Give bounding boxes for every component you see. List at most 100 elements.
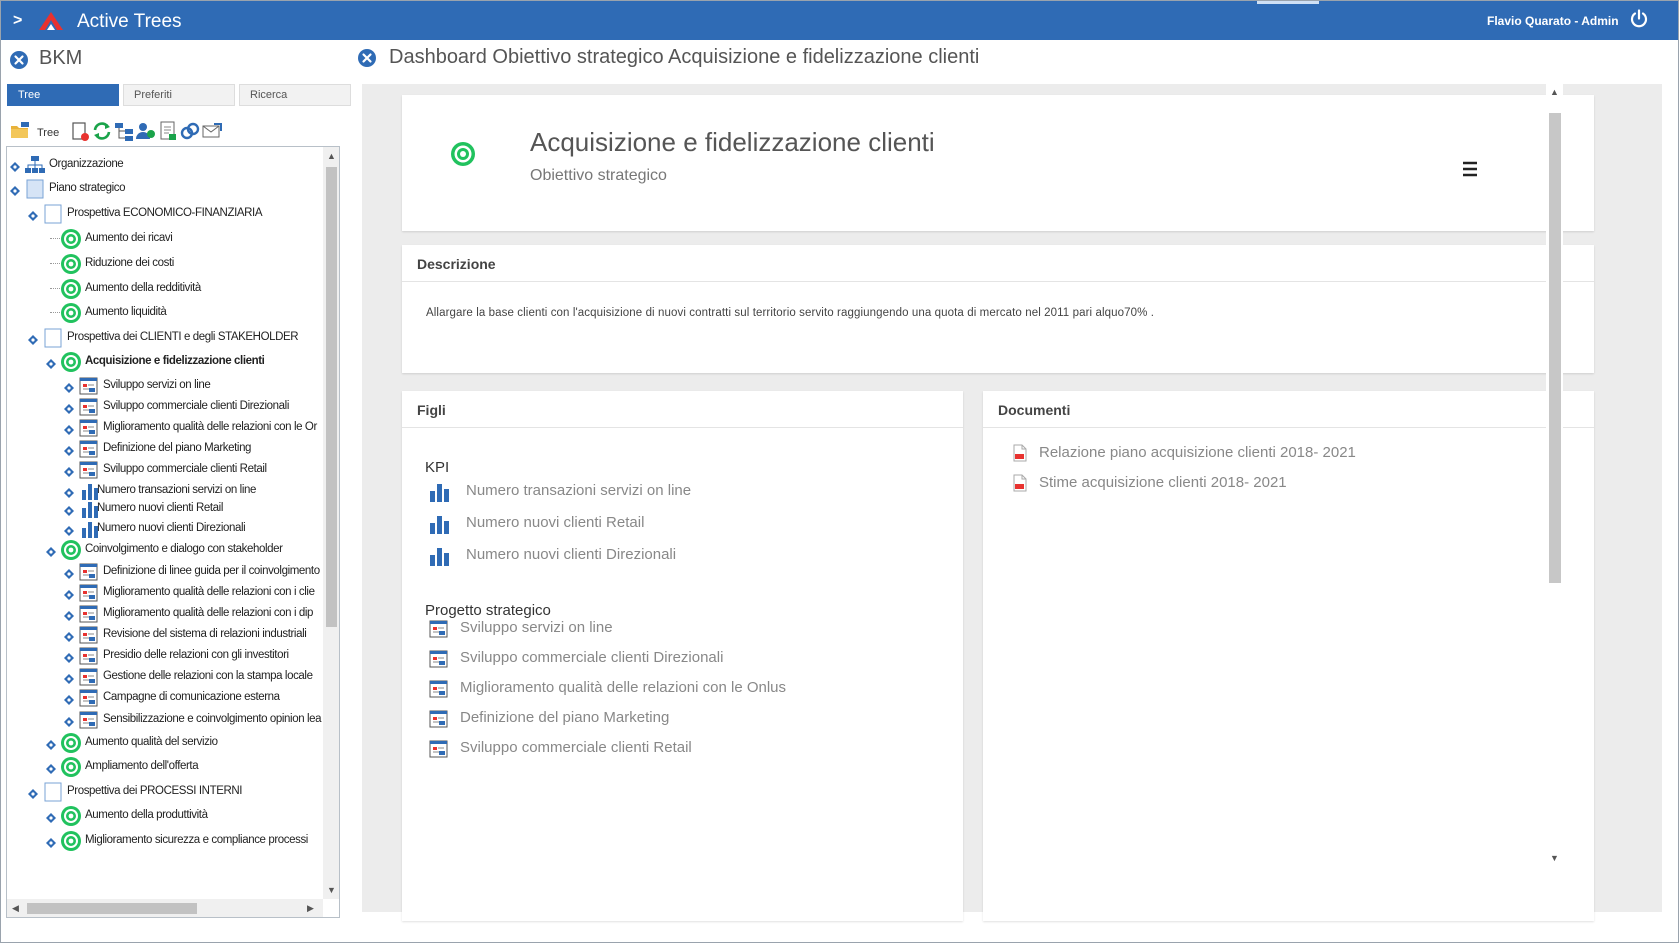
expand-toggle-icon[interactable] xyxy=(64,422,74,435)
tree-node-label: Prospettiva dei PROCESSI INTERNI xyxy=(67,785,243,797)
documento-item-relazione-piano-acquisizione-clienti-2018-2021[interactable]: Relazione piano acquisizione clienti 201… xyxy=(1011,441,1531,467)
close-dashboard-icon[interactable] xyxy=(357,48,377,68)
tree-node-aumento-qualita-del-servizio[interactable]: Aumento qualità del servizio xyxy=(7,731,317,753)
expand-toggle-icon[interactable] xyxy=(64,503,74,516)
tree-node-sensibilizzazione-e-coinvolgimento-opinion-lea[interactable]: Sensibilizzazione e coinvolgimento opini… xyxy=(7,708,322,730)
expand-toggle-icon[interactable] xyxy=(64,650,74,663)
expand-toggle-icon[interactable] xyxy=(64,692,74,705)
tree-node-sviluppo-servizi-on-line[interactable]: Sviluppo servizi on line xyxy=(7,374,317,396)
expand-toggle-icon[interactable] xyxy=(64,523,74,536)
power-icon[interactable] xyxy=(1629,9,1649,34)
kpi-item-numero-transazioni-servizi-on-line[interactable]: Numero transazioni servizi on line xyxy=(428,479,828,505)
tree-node-numero-nuovi-clienti-direzionali[interactable]: Numero nuovi clienti Direzionali xyxy=(7,517,317,539)
expand-toggle-icon[interactable] xyxy=(46,544,56,557)
tree-hscroll-thumb[interactable] xyxy=(27,903,197,914)
expand-toggle-icon[interactable] xyxy=(64,587,74,600)
expand-toggle-icon[interactable] xyxy=(28,786,38,799)
expand-toggle-icon[interactable] xyxy=(28,332,38,345)
expand-toggle-icon[interactable] xyxy=(28,208,38,221)
expand-toggle-icon[interactable] xyxy=(46,356,56,369)
tree-node-miglioramento-qualita-delle-relazioni-con-le-or[interactable]: Miglioramento qualità delle relazioni co… xyxy=(7,416,317,438)
tree-node-organizzazione[interactable]: Organizzazione xyxy=(7,153,317,175)
tree-node-sviluppo-commerciale-clienti-retail[interactable]: Sviluppo commerciale clienti Retail xyxy=(7,458,317,480)
expand-toggle-icon[interactable] xyxy=(64,566,74,579)
close-panel-icon[interactable] xyxy=(9,50,29,70)
expand-toggle-icon[interactable] xyxy=(64,485,74,498)
tree-node-aumento-dei-ricavi[interactable]: Aumento dei ricavi xyxy=(7,227,317,249)
expand-toggle-icon[interactable] xyxy=(64,714,74,727)
tree-node-piano-strategico[interactable]: Piano strategico xyxy=(7,177,317,199)
kpi-item-numero-nuovi-clienti-direzionali[interactable]: Numero nuovi clienti Direzionali xyxy=(428,543,828,569)
main-scroll-up-arrow-icon[interactable]: ▲ xyxy=(1550,87,1559,97)
tree-node-definizione-di-linee-guida-per-il-coinvolgimento[interactable]: Definizione di linee guida per il coinvo… xyxy=(7,560,320,582)
tree-node-definizione-del-piano-marketing[interactable]: Definizione del piano Marketing xyxy=(7,437,317,459)
progetto-item-miglioramento-qualita-delle-relazioni-con-le-onlus[interactable]: Miglioramento qualità delle relazioni co… xyxy=(428,676,908,702)
tree-node-gestione-delle-relazioni-con-la-stampa-locale[interactable]: Gestione delle relazioni con la stampa l… xyxy=(7,665,317,687)
hamburger-menu-icon[interactable] xyxy=(1456,155,1484,183)
tab-tree[interactable]: Tree xyxy=(7,84,119,106)
tree-node-aumento-della-produttivita[interactable]: Aumento della produttività xyxy=(7,804,317,826)
expand-toggle-icon[interactable] xyxy=(46,737,56,750)
scroll-down-arrow-icon[interactable]: ▼ xyxy=(327,885,336,895)
expand-toggle-icon[interactable] xyxy=(46,810,56,823)
progetto-item-definizione-del-piano-marketing[interactable]: Definizione del piano Marketing xyxy=(428,706,908,732)
tree-node-presidio-delle-relazioni-con-gli-investitori[interactable]: Presidio delle relazioni con gli investi… xyxy=(7,644,317,666)
report-icon[interactable] xyxy=(157,120,179,142)
tree-node-acquisizione-e-fidelizzazione-clienti[interactable]: Acquisizione e fidelizzazione clienti xyxy=(7,350,317,372)
tree-node-prospettiva-dei-processi-interni[interactable]: Prospettiva dei PROCESSI INTERNI xyxy=(7,780,317,802)
tree-node-campagne-di-comunicazione-esterna[interactable]: Campagne di comunicazione esterna xyxy=(7,686,317,708)
users-icon[interactable] xyxy=(135,120,157,142)
hierarchy-icon[interactable] xyxy=(113,120,135,142)
tree-node-numero-nuovi-clienti-retail[interactable]: Numero nuovi clienti Retail xyxy=(7,497,317,519)
tree-node-coinvolgimento-e-dialogo-con-stakeholder[interactable]: Coinvolgimento e dialogo con stakeholder xyxy=(7,538,317,560)
expand-chevron-icon[interactable]: > xyxy=(13,12,22,30)
new-document-icon[interactable] xyxy=(69,120,91,142)
tree-node-ampliamento-dell-offerta[interactable]: Ampliamento dell'offerta xyxy=(7,755,317,777)
user-name[interactable]: Flavio Quarato - Admin xyxy=(1487,14,1619,28)
tree-node-aumento-della-redditivita[interactable]: Aumento della redditività xyxy=(7,277,317,299)
tree-scroll-thumb[interactable] xyxy=(326,167,337,627)
expand-toggle-icon[interactable] xyxy=(64,629,74,642)
toolbar-label: Tree xyxy=(37,127,60,139)
expand-toggle-icon[interactable] xyxy=(10,183,20,196)
expand-toggle-icon[interactable] xyxy=(64,401,74,414)
tree-vertical-scrollbar[interactable]: ▲ ▼ xyxy=(323,147,339,899)
expand-toggle-icon[interactable] xyxy=(46,835,56,848)
tree-node-miglioramento-qualita-delle-relazioni-con-i-clie[interactable]: Miglioramento qualità delle relazioni co… xyxy=(7,581,317,603)
tree-node-aumento-liquidita[interactable]: Aumento liquidità xyxy=(7,301,317,323)
folder-icon[interactable] xyxy=(9,120,31,142)
tree-view[interactable]: ▲ ▼ ◀ ▶ Organizzazione Piano strategico Pr… xyxy=(6,146,340,918)
scroll-left-arrow-icon[interactable]: ◀ xyxy=(12,903,19,914)
expand-toggle-icon[interactable] xyxy=(64,380,74,393)
progetto-item-sviluppo-servizi-on-line[interactable]: Sviluppo servizi on line xyxy=(428,616,908,642)
tree-horizontal-scrollbar[interactable]: ◀ ▶ xyxy=(7,899,323,917)
tree-node-miglioramento-sicurezza-e-compliance-processi[interactable]: Miglioramento sicurezza e compliance pro… xyxy=(7,829,317,851)
kpi-item-numero-nuovi-clienti-retail[interactable]: Numero nuovi clienti Retail xyxy=(428,511,828,537)
documento-item-stime-acquisizione-clienti-2018-2021[interactable]: Stime acquisizione clienti 2018- 2021 xyxy=(1011,471,1531,497)
scroll-right-arrow-icon[interactable]: ▶ xyxy=(307,903,314,914)
tree-node-sviluppo-commerciale-clienti-direzionali[interactable]: Sviluppo commerciale clienti Direzionali xyxy=(7,395,317,417)
main-scroll-down-arrow-icon[interactable]: ▼ xyxy=(1550,853,1559,863)
expand-toggle-icon[interactable] xyxy=(64,464,74,477)
scroll-up-arrow-icon[interactable]: ▲ xyxy=(327,151,336,161)
main-vertical-scrollbar[interactable]: ▲ ▼ xyxy=(1546,83,1563,867)
tab-ricerca[interactable]: Ricerca xyxy=(239,84,351,106)
expand-toggle-icon[interactable] xyxy=(64,671,74,684)
link-icon[interactable] xyxy=(179,120,201,142)
main-scroll-thumb[interactable] xyxy=(1549,113,1561,583)
tree-node-prospettiva-dei-clienti-e-degli-stakeholder[interactable]: Prospettiva dei CLIENTI e degli STAKEHOL… xyxy=(7,326,317,348)
progetto-item-sviluppo-commerciale-clienti-retail[interactable]: Sviluppo commerciale clienti Retail xyxy=(428,736,908,762)
tree-node-prospettiva-economico-finanziaria[interactable]: Prospettiva ECONOMICO-FINANZIARIA xyxy=(7,202,317,224)
expand-toggle-icon[interactable] xyxy=(64,608,74,621)
tree-node-riduzione-dei-costi[interactable]: Riduzione dei costi xyxy=(7,252,317,274)
refresh-icon[interactable] xyxy=(91,120,113,142)
expand-toggle-icon[interactable] xyxy=(64,443,74,456)
tree-node-revisione-del-sistema-di-relazioni-industriali[interactable]: Revisione del sistema di relazioni indus… xyxy=(7,623,317,645)
expand-toggle-icon[interactable] xyxy=(10,159,20,172)
objective-type: Obiettivo strategico xyxy=(530,167,667,184)
expand-toggle-icon[interactable] xyxy=(46,761,56,774)
progetto-item-sviluppo-commerciale-clienti-direzionali[interactable]: Sviluppo commerciale clienti Direzionali xyxy=(428,646,908,672)
tab-preferiti[interactable]: Preferiti xyxy=(123,84,235,106)
mail-icon[interactable] xyxy=(201,120,223,142)
tree-node-miglioramento-qualita-delle-relazioni-con-i-dip[interactable]: Miglioramento qualità delle relazioni co… xyxy=(7,602,317,624)
